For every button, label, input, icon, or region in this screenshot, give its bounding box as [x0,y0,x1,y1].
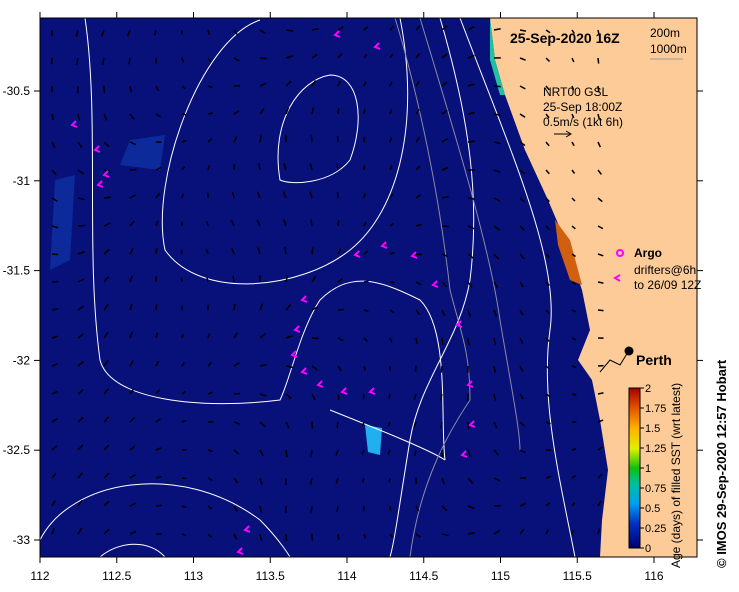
credit: © IMOS 29-Sep-2020 12:57 Hobart [714,359,729,568]
y-tick-label: -32.5 [3,443,31,457]
current-vector [232,275,235,283]
current-vector [285,449,288,458]
x-tick-label: 113 [184,569,203,583]
y-tick-label: -31 [13,174,31,188]
current-vector [336,164,339,171]
y-tick-label: -30.5 [3,84,31,98]
argo-label: Argo [634,246,662,260]
current-vector [155,304,158,311]
colorbar [628,387,641,549]
x-tick-label: 116 [644,569,663,583]
current-vector [285,29,294,32]
current-vector [180,277,183,283]
current-vector [362,393,365,399]
x-tick-label: 112.5 [102,569,131,583]
current-vector [493,85,501,88]
current-vector [337,220,340,227]
depth-legend-200m: 200m [650,26,680,40]
depth-legend-1000m: 1000m [650,42,687,56]
current-vector [597,309,604,312]
x-tick-label: 112 [30,569,49,583]
drifter-label-2: to 26/09 12Z [634,278,701,292]
colorbar-tick-label: 1.5 [645,423,660,435]
y-tick-label: -33 [13,533,31,547]
colorbar-tick-label: 1.75 [645,403,666,415]
current-vector [181,113,187,116]
current-vector [259,57,267,60]
current-vector [103,196,112,199]
x-tick-label: 113.5 [256,569,285,583]
colorbar-tick-label: 0.5 [645,503,660,515]
colorbar-tick-label: 1.25 [645,443,666,455]
current-vector [388,477,391,483]
perth-marker-icon [624,346,634,356]
x-tick-label: 115.5 [563,569,592,583]
current-vector [155,504,162,507]
x-tick-label: 114 [337,569,356,583]
current-vector [337,533,340,540]
y-tick-label: -31.5 [3,264,31,278]
current-vector [285,533,288,542]
current-vector [336,505,339,512]
current-vector [389,281,395,284]
current-vector [311,247,314,255]
colorbar-tick-label: 2 [645,383,651,395]
current-vector [336,421,339,428]
current-vector [440,365,443,373]
map-svg: 25-Sep-2020 16Z 200m 1000m NRT00 GSL 25-… [3,12,729,583]
current-vector [233,303,236,311]
current-vector [337,308,344,311]
current-vector [310,219,313,227]
drifter-label-1: drifters@6h [634,263,696,277]
x-tick-label: 115 [491,569,510,583]
current-vector [181,477,187,480]
x-tick-label: 114.5 [409,569,438,583]
current-vector [311,421,314,429]
current-vector [128,57,131,65]
current-vector [51,280,59,283]
current-vector [310,135,313,143]
current-vector [337,393,340,400]
current-vector [155,248,158,255]
colorbar-tick-label: 1 [645,463,651,475]
colorbar-tick-label: 0.75 [645,483,666,495]
current-source: NRT00 GSL [543,85,608,99]
city-label: Perth [636,352,672,368]
colorbar-label: Age (days) of filled SST (wrt latest) [669,383,683,568]
current-vector [337,108,340,115]
current-vector [597,57,600,64]
colorbar-tick-label: 0 [645,543,651,555]
current-vector [284,246,287,255]
current-vector [206,276,209,283]
current-vector [441,225,449,228]
current-vector [571,393,577,396]
current-vector [310,449,313,457]
current-vector [310,505,313,513]
current-vector [467,140,476,143]
colorbar-tick-label: 0.25 [645,523,666,535]
sst-map: 25-Sep-2020 16Z 200m 1000m NRT00 GSL 25-… [0,0,739,592]
current-scale: 0.5m/s (1kt 6h) [543,115,623,129]
current-vector [467,421,470,430]
current-vector [414,365,417,372]
current-vector [363,109,366,115]
current-vector [181,333,184,339]
current-vector [467,337,470,346]
y-tick-label: -32 [13,353,31,367]
map-title: 25-Sep-2020 16Z [510,30,620,46]
current-vector [363,193,366,199]
current-vector [180,249,183,255]
current-time: 25-Sep 18:00Z [543,100,622,114]
current-vector [363,280,369,283]
current-vector [441,337,444,345]
current-vector [389,505,392,511]
current-vector [207,112,214,115]
